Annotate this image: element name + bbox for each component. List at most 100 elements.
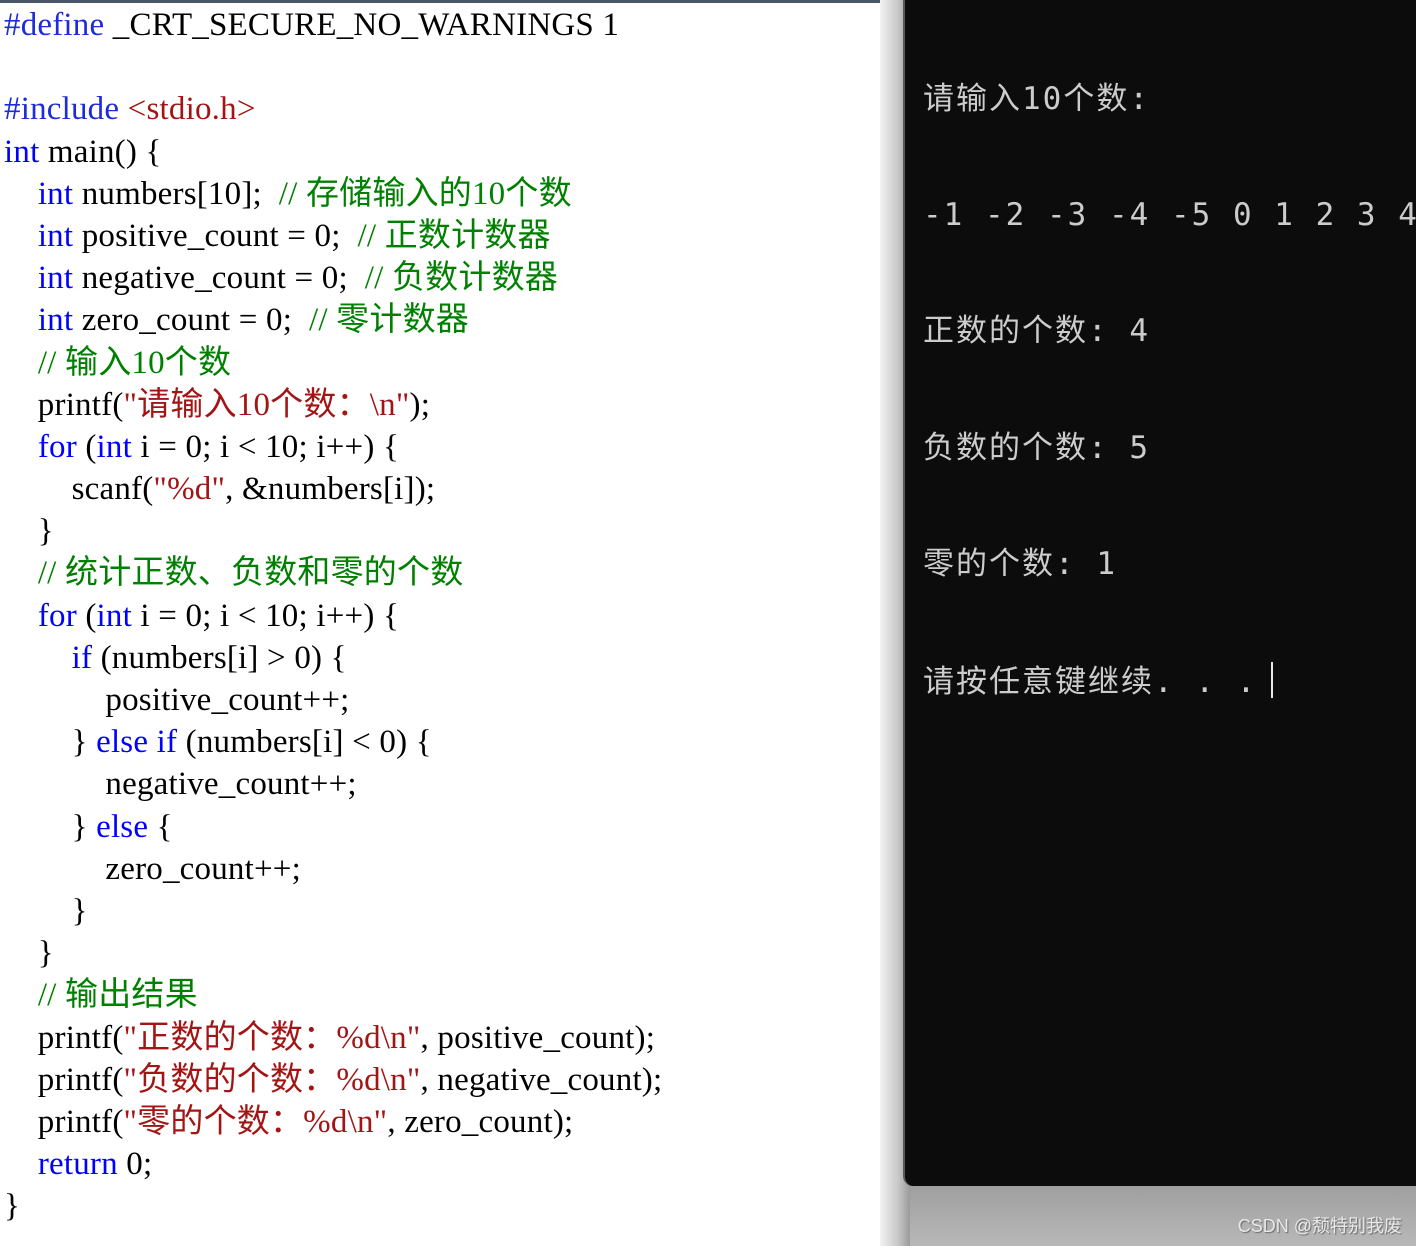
code-text: 0; (117, 1146, 153, 1183)
code-line: #include <stdio.h> (4, 88, 662, 130)
console-window[interactable]: 请输入10个数: -1 -2 -3 -4 -5 0 1 2 3 4 正数的个数:… (903, 0, 1416, 1186)
code-text: (numbers[i] > 0) { (92, 639, 347, 676)
console-line-zero: 零的个数: 1 (923, 546, 1117, 583)
code-line: } else { (4, 806, 662, 848)
text-cursor (1271, 661, 1274, 698)
code-text: } (4, 892, 88, 929)
code-text: } (4, 935, 54, 972)
code-text: } (4, 808, 97, 845)
comment: // 统计正数、负数和零的个数 (37, 555, 464, 592)
keyword-token: int (37, 302, 74, 339)
code-line: } (4, 510, 662, 552)
code-text: positive_count = 0; (73, 217, 358, 254)
preprocessor-token: #define (4, 7, 105, 43)
code-line: for (int i = 0; i < 10; i++) { (4, 426, 662, 468)
console-line-positive: 正数的个数: 4 (923, 313, 1150, 350)
code-line: for (int i = 0; i < 10; i++) { (4, 595, 662, 637)
code-line: } else if (numbers[i] < 0) { (4, 721, 662, 763)
code-line: } (4, 1185, 662, 1227)
code-text: positive_count++; (4, 682, 350, 718)
code-text: numbers[10]; (73, 175, 279, 212)
comment: // 负数计数器 (364, 260, 558, 297)
keyword-token: int (37, 217, 74, 254)
string-literal: "零的个数：%d\n" (123, 1103, 388, 1140)
code-text: , zero_count); (387, 1103, 574, 1140)
keyword-token: int (37, 260, 74, 297)
code-text: i = 0; i < 10; i++) { (131, 597, 399, 634)
code-line: int positive_count = 0; // 正数计数器 (4, 215, 662, 257)
code-line: int numbers[10]; // 存储输入的10个数 (4, 173, 662, 215)
code-line: // 输入10个数 (4, 342, 662, 384)
code-line: int main() { (4, 131, 662, 173)
keyword-token: int (4, 133, 40, 170)
editor-top-border (0, 0, 905, 3)
code-text: ( (76, 428, 97, 465)
code-text: main() { (39, 133, 162, 170)
comment: // 输出结果 (37, 977, 198, 1014)
code-text: } (4, 1188, 21, 1225)
code-line: if (numbers[i] > 0) { (4, 637, 662, 679)
code-text: , negative_count); (420, 1061, 663, 1098)
code-editor[interactable]: #define _CRT_SECURE_NO_WARNINGS 1 #inclu… (0, 0, 905, 1246)
console-output: 请输入10个数: -1 -2 -3 -4 -5 0 1 2 3 4 正数的个数:… (923, 2, 1416, 778)
code-text: { (148, 808, 173, 845)
code-text: negative_count = 0; (73, 260, 365, 297)
console-line-input: -1 -2 -3 -4 -5 0 1 2 3 4 (923, 196, 1416, 233)
code-line: negative_count++; (4, 763, 662, 805)
source-code[interactable]: #define _CRT_SECURE_NO_WARNINGS 1 #inclu… (4, 4, 662, 1227)
keyword-token: int (37, 175, 74, 212)
string-literal: <stdio.h> (119, 91, 256, 128)
code-text: ( (76, 597, 97, 634)
code-line: printf("正数的个数：%d\n", positive_count); (4, 1017, 662, 1059)
comment: // 零计数器 (308, 302, 469, 339)
comment: // 输入10个数 (37, 344, 232, 381)
code-line: } (4, 932, 662, 974)
code-line: printf("请输入10个数：\n"); (4, 384, 662, 426)
code-text: printf( (4, 1061, 124, 1098)
code-text: } (4, 724, 97, 761)
code-line: // 输出结果 (4, 974, 662, 1016)
watermark: CSDN @颓特别我废 (1237, 1216, 1402, 1236)
code-line: scanf("%d", &numbers[i]); (4, 468, 662, 510)
string-literal: "负数的个数：%d\n" (123, 1061, 421, 1098)
console-line-negative: 负数的个数: 5 (923, 429, 1150, 466)
keyword-token: return (37, 1146, 118, 1183)
keyword-token: for (37, 428, 77, 465)
code-text: , &numbers[i]); (225, 471, 436, 508)
preprocessor-token: #include (4, 91, 120, 128)
code-text: (numbers[i] < 0) { (177, 724, 432, 761)
keyword-token: for (37, 597, 77, 634)
code-text: negative_count++; (4, 766, 357, 803)
keyword-token: if (71, 639, 93, 676)
code-line: int negative_count = 0; // 负数计数器 (4, 257, 662, 299)
code-line: #define _CRT_SECURE_NO_WARNINGS 1 (4, 4, 662, 46)
code-line: zero_count++; (4, 848, 662, 890)
code-text: zero_count = 0; (73, 302, 309, 339)
code-text: i = 0; i < 10; i++) { (131, 428, 399, 465)
keyword-token: int (96, 597, 132, 634)
code-line: printf("负数的个数：%d\n", negative_count); (4, 1059, 662, 1101)
keyword-token: else (96, 808, 149, 845)
code-text: , positive_count); (420, 1019, 656, 1056)
code-line: positive_count++; (4, 679, 662, 721)
code-line: // 统计正数、负数和零的个数 (4, 552, 662, 594)
keyword-token: else if (96, 724, 178, 761)
code-text: printf( (4, 386, 124, 423)
code-text: ); (409, 386, 431, 423)
string-literal: "请输入10个数：\n" (123, 386, 410, 423)
code-line: int zero_count = 0; // 零计数器 (4, 299, 662, 341)
code-text: printf( (4, 1019, 124, 1056)
code-text: scanf( (4, 471, 154, 508)
code-text: } (4, 513, 54, 550)
